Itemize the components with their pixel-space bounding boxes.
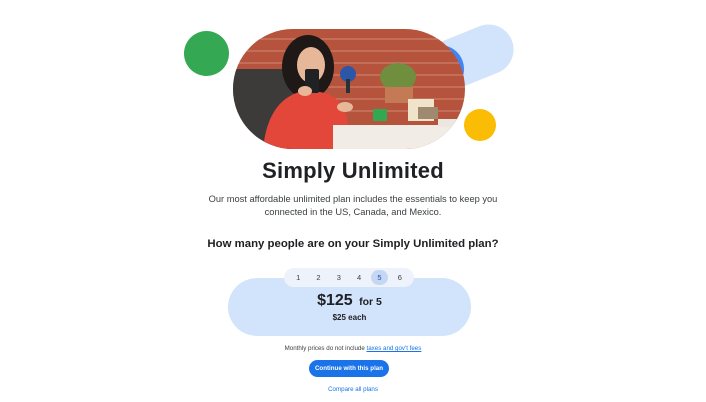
price-each: $25 each (332, 313, 367, 322)
plan-title: Simply Unlimited (262, 158, 444, 183)
people-option-2[interactable]: 2 (310, 270, 327, 285)
green-circle-decoration (184, 31, 229, 76)
people-question: How many people are on your Simply Unlim… (207, 238, 499, 250)
continue-button[interactable]: Continue with this plan (309, 360, 389, 377)
hero-image (233, 29, 465, 149)
people-option-3[interactable]: 3 (330, 270, 347, 285)
taxes-fees-link[interactable]: taxes and gov't fees (367, 345, 422, 352)
footnote-text: Monthly prices do not include (284, 345, 367, 352)
price-line: $125 for 5 (228, 292, 471, 310)
yellow-circle-decoration (464, 109, 496, 141)
compare-plans-link[interactable]: Compare all plans (0, 386, 706, 393)
people-count-selector: 1 2 3 4 5 6 (284, 268, 414, 287)
price-for-label: for 5 (359, 296, 382, 308)
people-option-4[interactable]: 4 (351, 270, 368, 285)
total-price: $125 (317, 292, 353, 309)
people-option-6[interactable]: 6 (391, 270, 408, 285)
people-option-5[interactable]: 5 (370, 270, 388, 285)
pricing-footnote: Monthly prices do not include taxes and … (0, 345, 706, 352)
people-option-1[interactable]: 1 (290, 270, 307, 285)
plan-description: Our most affordable unlimited plan inclu… (208, 194, 498, 217)
